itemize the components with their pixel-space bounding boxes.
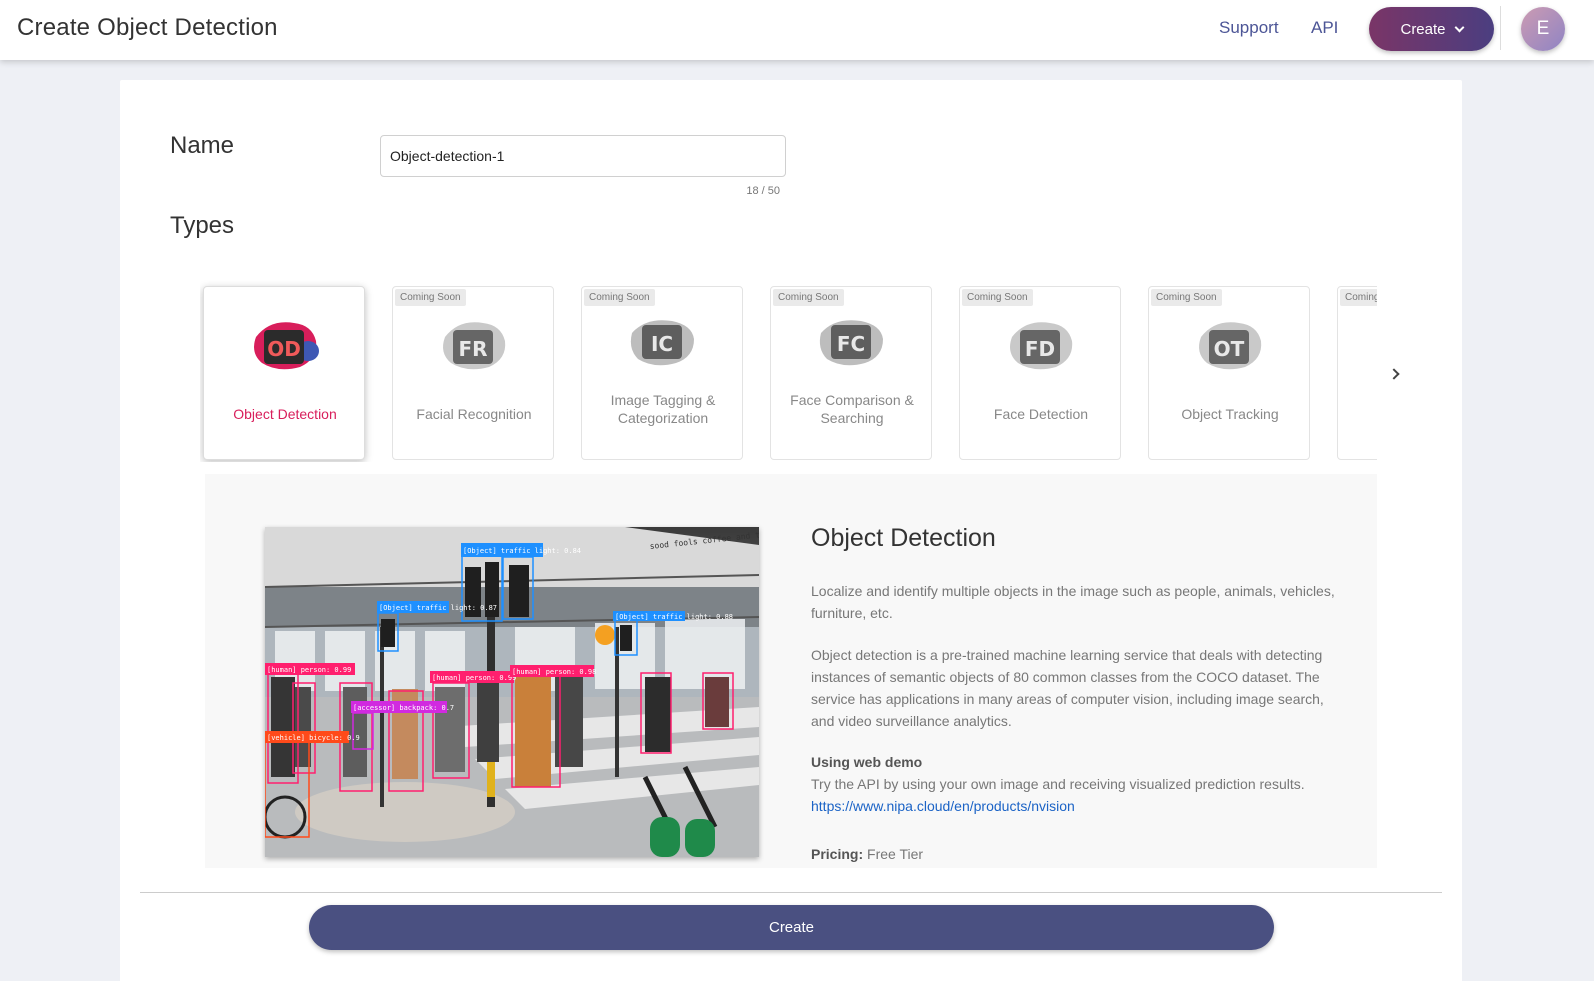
logo-text: OD xyxy=(267,337,301,361)
object-detection-logo-icon: OD xyxy=(254,322,319,370)
coming-soon-badge: Coming Soon xyxy=(1340,289,1377,306)
image-tagging-logo-icon: IC xyxy=(630,320,694,366)
web-demo-heading: Using web demo xyxy=(811,754,923,770)
pricing-info: Pricing: Free Tier xyxy=(811,846,923,862)
support-link[interactable]: Support xyxy=(1219,18,1279,38)
coming-soon-badge: Coming Soon xyxy=(395,289,466,306)
facial-recognition-logo-icon: FR xyxy=(443,322,506,370)
logo-text: FC xyxy=(837,332,865,356)
type-card-facial-recognition[interactable]: Coming Soon FR Facial Recognition xyxy=(392,286,554,460)
logo-text: FR xyxy=(458,337,487,361)
demo-label-bicycle: [vehicle] bicycle: 0.9 xyxy=(267,734,360,742)
name-label: Name xyxy=(170,132,235,159)
type-detail-panel: sood fools coffee and treats [Object] tr… xyxy=(205,474,1377,868)
demo-label-backpack: [accessor] backpack: 0.7 xyxy=(353,704,454,712)
chevron-down-icon xyxy=(1454,22,1464,32)
pricing-value: Free Tier xyxy=(867,846,924,862)
avatar[interactable]: E xyxy=(1521,7,1565,51)
api-link[interactable]: API xyxy=(1311,18,1338,38)
type-label: Face Comparison & Searching xyxy=(790,392,914,426)
demo-label-person: [human] person: 0.98 xyxy=(512,668,596,676)
type-label: Object Tracking xyxy=(1181,406,1279,422)
type-label: Face Detection xyxy=(993,406,1089,422)
type-card-face-detection[interactable]: Coming Soon FD Face Detection xyxy=(959,286,1121,460)
logo-text: FD xyxy=(1025,337,1055,361)
divider xyxy=(1500,6,1501,50)
coming-soon-badge: Coming Soon xyxy=(584,289,655,306)
demo-label-traffic-light: [Object] traffic light: 0.87 xyxy=(379,604,497,612)
name-char-counter: 18 / 50 xyxy=(746,185,780,197)
pricing-label: Pricing: xyxy=(811,846,864,862)
detail-description: Object detection is a pre-trained machin… xyxy=(811,647,1324,729)
web-demo-text: Try the API by using your own image and … xyxy=(811,776,1305,792)
object-tracking-logo-icon: OT xyxy=(1199,322,1262,370)
detail-intro: Localize and identify multiple objects i… xyxy=(811,583,1335,621)
demo-label-traffic-light: [Object] traffic light: 0.84 xyxy=(463,547,581,555)
create-button[interactable]: Create xyxy=(309,905,1274,950)
type-card-object-detection[interactable]: OD Object Detection xyxy=(203,286,365,460)
object-detection-demo-image: sood fools coffee and treats [Object] tr… xyxy=(265,527,759,857)
divider xyxy=(140,892,1442,893)
coming-soon-badge: Coming Soon xyxy=(773,289,844,306)
detail-title: Object Detection xyxy=(811,524,996,552)
type-card-next[interactable]: Coming Soon xyxy=(1337,286,1377,460)
create-dropdown-label: Create xyxy=(1400,20,1446,38)
logo-text: OT xyxy=(1214,337,1245,361)
chevron-right-icon xyxy=(1388,368,1400,380)
coming-soon-badge: Coming Soon xyxy=(962,289,1033,306)
type-label: Object Detection xyxy=(233,406,337,422)
types-label: Types xyxy=(170,212,235,239)
coming-soon-badge: Coming Soon xyxy=(1151,289,1222,306)
type-card-image-tagging[interactable]: Coming Soon IC Image Tagging & Categoriz… xyxy=(581,286,743,460)
type-label: Image Tagging & Categorization xyxy=(610,392,716,426)
face-detection-logo-icon: FD xyxy=(1010,322,1073,370)
face-comparison-logo-icon: FC xyxy=(819,320,883,366)
page-title: Create Object Detection xyxy=(17,14,278,41)
type-card-object-tracking[interactable]: Coming Soon OT Object Tracking xyxy=(1148,286,1310,460)
logo-text: IC xyxy=(651,332,673,356)
types-carousel: OD Object Detection Coming Soon FR Facia… xyxy=(200,280,1377,462)
name-input[interactable] xyxy=(380,135,786,177)
demo-label-person: [human] person: 0.99 xyxy=(432,674,516,682)
web-demo-link[interactable]: https://www.nipa.cloud/en/products/nvisi… xyxy=(811,795,1351,817)
create-form-card: Name 18 / 50 Types OD Object Detection C… xyxy=(120,80,1462,981)
type-label: Facial Recognition xyxy=(416,406,532,422)
carousel-next-button[interactable] xyxy=(1382,362,1406,386)
demo-label-person: [human] person: 0.99 xyxy=(267,666,351,674)
create-dropdown-button[interactable]: Create xyxy=(1369,7,1494,51)
demo-label-traffic-light: [Object] traffic light: 0.88 xyxy=(615,613,733,621)
top-bar: Create Object Detection Support API Crea… xyxy=(0,0,1594,60)
type-card-face-comparison[interactable]: Coming Soon FC Face Comparison & Searchi… xyxy=(770,286,932,460)
